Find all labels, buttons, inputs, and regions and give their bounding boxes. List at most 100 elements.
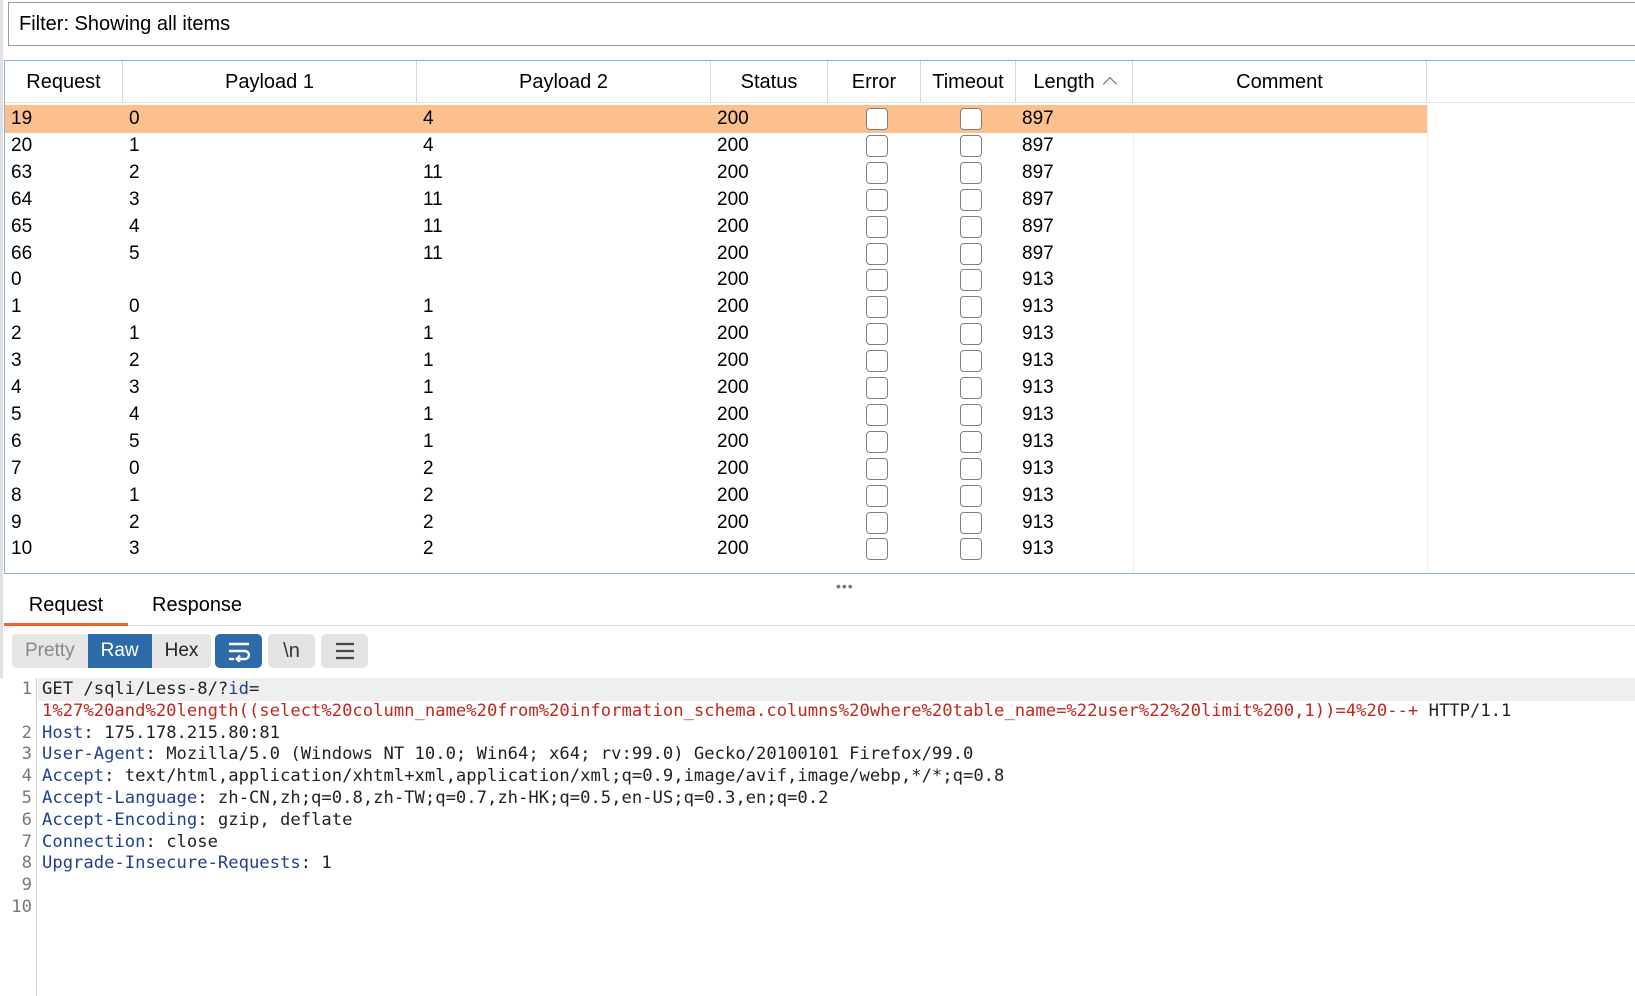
column-header-length-label: Length: [1033, 71, 1095, 93]
table-row[interactable]: 8 1 2 200 913: [5, 482, 1427, 510]
tab-request[interactable]: Request: [4, 588, 128, 626]
error-checkbox[interactable]: [866, 457, 888, 480]
timeout-checkbox[interactable]: [960, 484, 982, 507]
table-row[interactable]: 64 3 11 200 897: [5, 186, 1427, 214]
table-row[interactable]: 66 5 11 200 897: [5, 240, 1427, 268]
table-row[interactable]: 2 1 1 200 913: [5, 320, 1427, 348]
tab-response[interactable]: Response: [152, 588, 242, 626]
timeout-checkbox[interactable]: [960, 188, 982, 211]
cell-payload2: 2: [423, 538, 434, 560]
timeout-checkbox[interactable]: [960, 108, 982, 130]
show-newlines-button[interactable]: \n: [268, 634, 315, 668]
view-mode-group: Pretty Raw Hex: [12, 634, 212, 668]
timeout-checkbox[interactable]: [960, 296, 982, 319]
timeout-checkbox[interactable]: [960, 538, 982, 561]
error-checkbox[interactable]: [866, 377, 888, 399]
header-value: zh-CN,zh;q=0.8,zh-TW;q=0.7,zh-HK;q=0.5,e…: [207, 788, 829, 808]
raw-button[interactable]: Raw: [87, 634, 152, 668]
column-header-timeout[interactable]: Timeout: [921, 61, 1016, 103]
table-row[interactable]: 4 3 1 200 913: [5, 374, 1427, 402]
column-header-payload1[interactable]: Payload 1: [123, 61, 417, 103]
hamburger-menu-icon[interactable]: [321, 634, 368, 668]
column-header-payload2[interactable]: Payload 2: [417, 61, 711, 103]
timeout-checkbox[interactable]: [960, 323, 982, 346]
table-row[interactable]: 9 2 2 200 913: [5, 509, 1427, 537]
error-checkbox[interactable]: [866, 403, 888, 426]
error-checkbox[interactable]: [866, 484, 888, 507]
error-checkbox[interactable]: [866, 350, 888, 373]
cell-request: 4: [11, 377, 22, 398]
table-row[interactable]: 10 3 2 200 913: [5, 535, 1427, 563]
column-header-request[interactable]: Request: [5, 61, 123, 103]
error-checkbox[interactable]: [866, 538, 888, 561]
cell-status: 200: [717, 242, 749, 264]
column-header-length[interactable]: Length: [1016, 61, 1133, 103]
table-row[interactable]: 19 0 4 200 897: [5, 105, 1427, 133]
cell-request: 66: [11, 242, 33, 264]
cell-payload2: 11: [423, 188, 443, 210]
cell-request: 3: [11, 350, 22, 372]
error-checkbox[interactable]: [866, 188, 888, 211]
timeout-checkbox[interactable]: [960, 134, 982, 157]
table-row[interactable]: 5 4 1 200 913: [5, 401, 1427, 429]
error-checkbox[interactable]: [866, 134, 888, 157]
error-checkbox[interactable]: [866, 296, 888, 319]
timeout-checkbox[interactable]: [960, 269, 982, 292]
table-row[interactable]: 63 2 11 200 897: [5, 159, 1427, 187]
error-checkbox[interactable]: [866, 215, 888, 238]
table-row[interactable]: 6 5 1 200 913: [5, 428, 1427, 456]
table-row[interactable]: 7 0 2 200 913: [5, 455, 1427, 483]
cell-length: 897: [1022, 215, 1054, 237]
timeout-checkbox[interactable]: [960, 377, 982, 399]
cell-payload1: 1: [129, 134, 140, 156]
table-row[interactable]: 3 2 1 200 913: [5, 347, 1427, 375]
line-number: 4: [21, 766, 32, 787]
cell-payload1: 0: [129, 108, 140, 129]
pretty-button[interactable]: Pretty: [12, 634, 88, 668]
column-header-comment[interactable]: Comment: [1133, 61, 1427, 103]
timeout-checkbox[interactable]: [960, 215, 982, 238]
timeout-checkbox[interactable]: [960, 161, 982, 184]
error-checkbox[interactable]: [866, 511, 888, 534]
header-line: User-Agent: Mozilla/5.0 (Windows NT 10.0…: [42, 743, 973, 766]
header-colon: :: [83, 722, 94, 743]
timeout-checkbox[interactable]: [960, 511, 982, 534]
cell-payload2: 1: [423, 403, 434, 425]
timeout-checkbox[interactable]: [960, 350, 982, 373]
column-header-status[interactable]: Status: [711, 61, 828, 103]
table-row[interactable]: 1 0 1 200 913: [5, 293, 1427, 321]
cell-request: 65: [11, 215, 33, 237]
raw-request-editor[interactable]: 1 2 3 4 5 6 7 8 9 10 GET /sqli/Less-8/?id= 1%27%2…: [0, 678, 1635, 996]
timeout-checkbox[interactable]: [960, 403, 982, 426]
header-name: Connection: [42, 831, 146, 852]
table-body: 19 0 4 200 897 20 1 4 200 897 63 2 11 200 897 64 3 11 200 8…: [5, 105, 1635, 573]
error-checkbox[interactable]: [866, 269, 888, 292]
table-row[interactable]: 0 200 913: [5, 266, 1427, 294]
table-row[interactable]: 65 4 11 200 897: [5, 213, 1427, 241]
cell-payload2: 1: [423, 350, 434, 372]
request-line-continued: 1%27%20and%20length((select%20column_nam…: [42, 700, 1511, 723]
timeout-checkbox[interactable]: [960, 242, 982, 265]
cell-request: 63: [11, 161, 33, 183]
error-checkbox[interactable]: [866, 323, 888, 346]
word-wrap-icon[interactable]: [215, 634, 262, 668]
error-checkbox[interactable]: [866, 430, 888, 453]
error-checkbox[interactable]: [866, 242, 888, 265]
cell-payload2: 1: [423, 377, 434, 398]
cell-length: 913: [1022, 484, 1054, 506]
filter-bar[interactable]: Filter: Showing all items: [8, 2, 1635, 46]
cell-payload1: 5: [129, 430, 140, 452]
error-checkbox[interactable]: [866, 108, 888, 130]
table-row[interactable]: 20 1 4 200 897: [5, 132, 1427, 160]
timeout-checkbox[interactable]: [960, 457, 982, 480]
cell-request: 19: [11, 108, 33, 129]
timeout-checkbox[interactable]: [960, 430, 982, 453]
cell-length: 913: [1022, 430, 1054, 452]
hex-button[interactable]: Hex: [151, 634, 212, 668]
line-number-gutter: 1 2 3 4 5 6 7 8 9 10: [0, 678, 37, 996]
line-number: 10: [11, 897, 32, 917]
error-checkbox[interactable]: [866, 161, 888, 184]
query-param-name: id: [228, 679, 249, 699]
results-table[interactable]: Request Payload 1 Payload 2 Status Error…: [4, 60, 1635, 574]
column-header-error[interactable]: Error: [828, 61, 921, 103]
